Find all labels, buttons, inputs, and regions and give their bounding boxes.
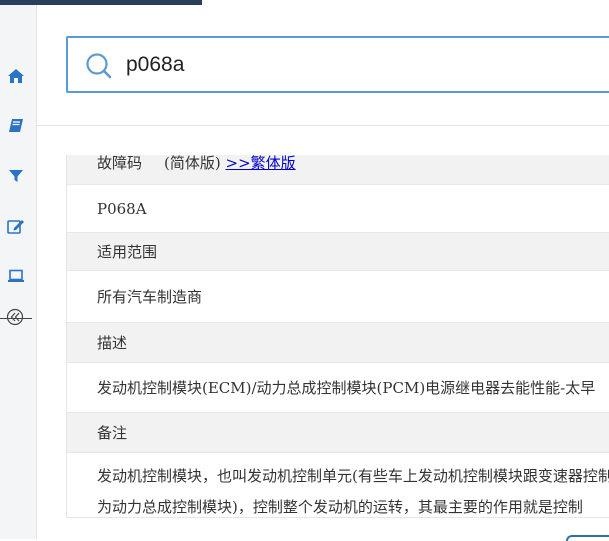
note-value-row: 发动机控制模块，也叫发动机控制单元(有些车上发动机控制模块跟变速器控制模块 为动…	[67, 453, 609, 517]
sidebar	[0, 5, 37, 539]
code-row: P068A	[67, 185, 609, 233]
scope-label: 适用范围	[97, 243, 158, 261]
note-line-1: 发动机控制模块，也叫发动机控制单元(有些车上发动机控制模块跟变速器控制模块	[97, 467, 609, 485]
header-row: 故障码 (简体版) >>繁体版	[67, 155, 609, 185]
edit-icon[interactable]	[5, 215, 27, 237]
dtc-code: P068A	[97, 200, 147, 218]
description-label: 描述	[97, 334, 128, 352]
book-icon[interactable]	[5, 115, 27, 137]
laptop-icon[interactable]	[5, 265, 27, 287]
search-input[interactable]	[126, 50, 606, 80]
main-panel: 故障码 (简体版) >>繁体版 P068A 适用范围 所有汽车制造商 描述 发动机…	[37, 5, 609, 539]
divider	[37, 125, 609, 126]
traditional-version-link[interactable]: >>繁体版	[226, 155, 296, 172]
search-box[interactable]	[66, 36, 609, 93]
note-label-row: 备注	[67, 413, 609, 453]
dtc-result-table: 故障码 (简体版) >>繁体版 P068A 适用范围 所有汽车制造商 描述 发动机…	[66, 155, 609, 518]
description-value: 发动机控制模块(ECM)/动力总成控制模块(PCM)电源继电器去能性能-太早	[97, 379, 596, 397]
dtc-header-label: 故障码	[97, 155, 143, 172]
search-icon[interactable]	[85, 52, 113, 84]
filter-icon[interactable]	[5, 165, 27, 187]
bottom-right-edge	[566, 535, 609, 541]
desc-label-row: 描述	[67, 323, 609, 363]
home-icon[interactable]	[5, 65, 27, 87]
collapse-divider	[0, 318, 32, 319]
scope-value: 所有汽车制造商	[97, 288, 203, 306]
note-label: 备注	[97, 424, 128, 442]
desc-value-row: 发动机控制模块(ECM)/动力总成控制模块(PCM)电源继电器去能性能-太早	[67, 363, 609, 413]
scope-value-row: 所有汽车制造商	[67, 271, 609, 323]
simplified-label: (简体版)	[164, 155, 221, 172]
note-line-2: 为动力总成控制模块)，控制整个发动机的运转，其最主要的作用就是控制	[97, 498, 583, 516]
scope-label-row: 适用范围	[67, 233, 609, 271]
